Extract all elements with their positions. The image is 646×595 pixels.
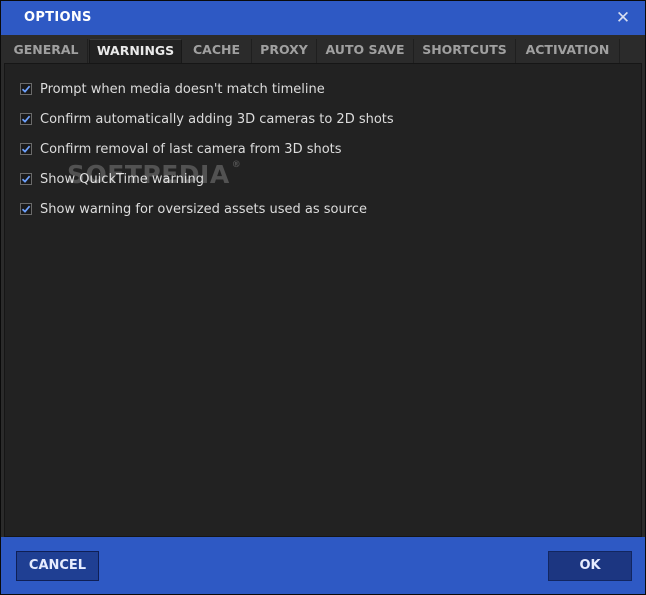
check-icon bbox=[21, 115, 31, 123]
close-icon[interactable]: ✕ bbox=[613, 8, 633, 28]
tab-warnings[interactable]: WARNINGS bbox=[89, 39, 182, 63]
cancel-button[interactable]: CANCEL bbox=[16, 551, 99, 581]
warning-label: Show warning for oversized assets used a… bbox=[40, 201, 367, 217]
ok-button[interactable]: OK bbox=[548, 551, 632, 581]
tab-activation[interactable]: ACTIVATION bbox=[516, 39, 620, 63]
warning-option[interactable]: Show warning for oversized assets used a… bbox=[20, 200, 367, 218]
registered-mark: ® bbox=[231, 160, 242, 170]
checkbox[interactable] bbox=[20, 83, 32, 95]
warning-option[interactable]: Prompt when media doesn't match timeline bbox=[20, 80, 325, 98]
warning-label: Show QuickTime warning bbox=[40, 171, 204, 187]
warning-label: Confirm removal of last camera from 3D s… bbox=[40, 141, 342, 157]
warning-option[interactable]: Confirm automatically adding 3D cameras … bbox=[20, 110, 394, 128]
tab-bar: GENERAL WARNINGS CACHE PROXY AUTO SAVE S… bbox=[1, 35, 645, 63]
warning-option[interactable]: Show QuickTime warning bbox=[20, 170, 204, 188]
warnings-panel: Prompt when media doesn't match timeline… bbox=[4, 63, 642, 537]
check-icon bbox=[21, 175, 31, 183]
tab-shortcuts[interactable]: SHORTCUTS bbox=[414, 39, 516, 63]
options-dialog: OPTIONS ✕ GENERAL WARNINGS CACHE PROXY A… bbox=[0, 0, 646, 595]
check-icon bbox=[21, 85, 31, 93]
warning-label: Prompt when media doesn't match timeline bbox=[40, 81, 325, 97]
tab-auto-save[interactable]: AUTO SAVE bbox=[317, 39, 414, 63]
checkbox[interactable] bbox=[20, 113, 32, 125]
warning-label: Confirm automatically adding 3D cameras … bbox=[40, 111, 394, 127]
dialog-title: OPTIONS bbox=[24, 10, 92, 25]
tab-cache[interactable]: CACHE bbox=[182, 39, 252, 63]
check-icon bbox=[21, 145, 31, 153]
check-icon bbox=[21, 205, 31, 213]
tab-proxy[interactable]: PROXY bbox=[252, 39, 317, 63]
checkbox[interactable] bbox=[20, 203, 32, 215]
warning-option[interactable]: Confirm removal of last camera from 3D s… bbox=[20, 140, 342, 158]
tab-general[interactable]: GENERAL bbox=[5, 39, 88, 63]
checkbox[interactable] bbox=[20, 173, 32, 185]
dialog-footer: CANCEL OK bbox=[1, 537, 645, 594]
title-bar[interactable]: OPTIONS ✕ bbox=[1, 1, 645, 35]
checkbox[interactable] bbox=[20, 143, 32, 155]
